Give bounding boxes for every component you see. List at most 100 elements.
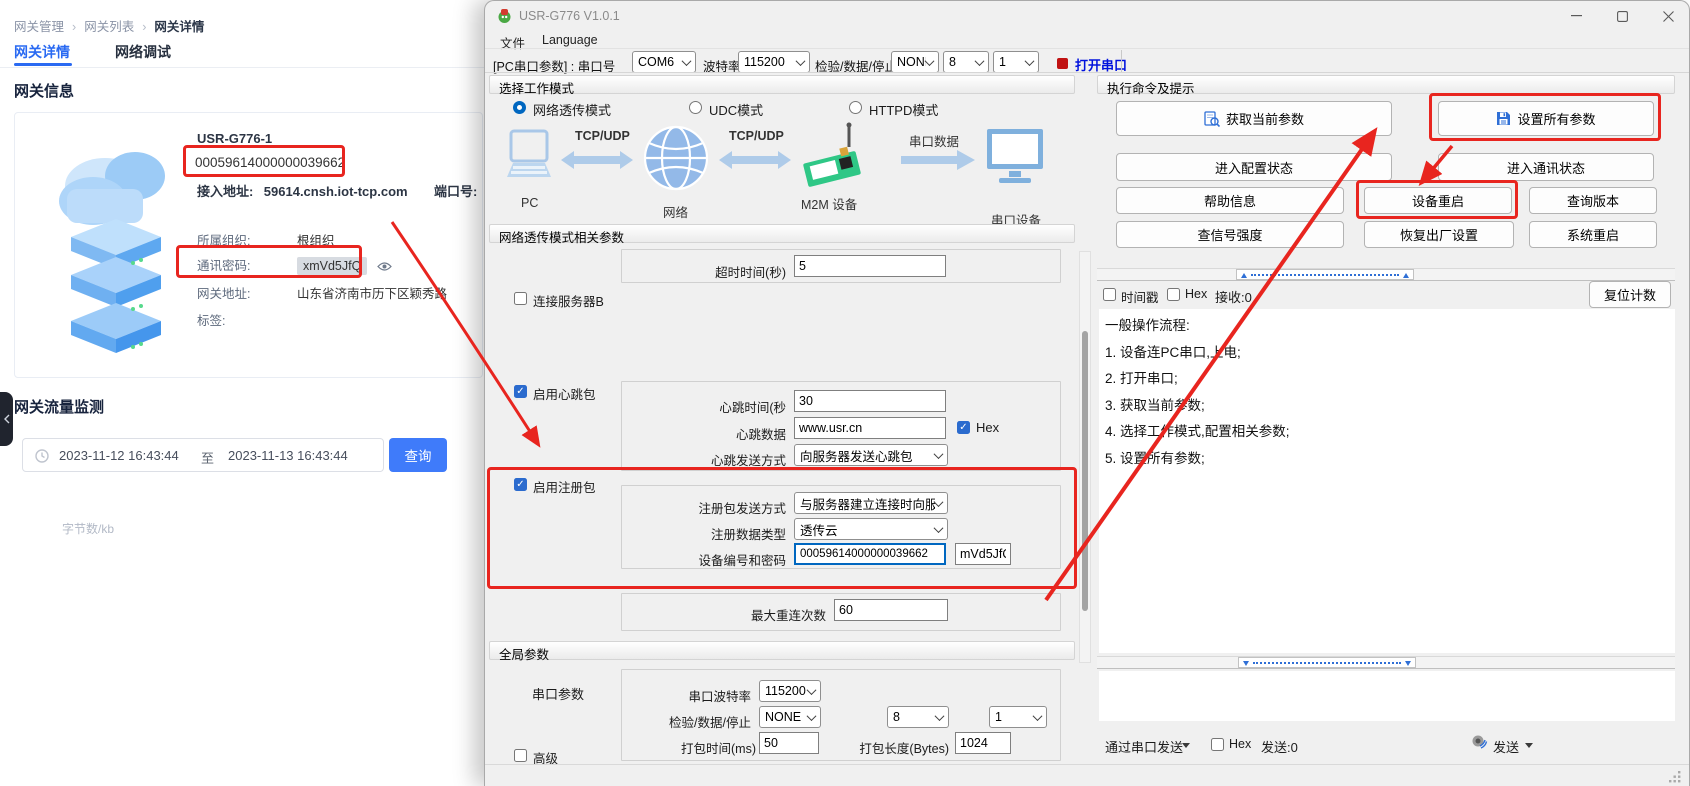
send-area[interactable] [1099,671,1675,721]
minimize-button[interactable] [1554,2,1598,30]
global-baud-select[interactable]: 115200 [759,680,821,702]
register-type-label: 注册数据类型 [606,524,786,543]
send-via-serial-dropdown[interactable]: 通过串口发送 [1105,737,1183,756]
breadcrumb-separator: › [72,20,76,34]
close-button[interactable] [1646,2,1690,30]
pack-time-input[interactable] [759,732,819,754]
send-button[interactable]: 发送 [1493,737,1519,756]
port-label: 端口号: [434,184,477,199]
breadcrumb-item-detail: 网关详情 [154,20,204,34]
chevron-down-icon [796,56,806,66]
global-stopbits-select[interactable]: 1 [989,706,1047,728]
recv-hex-checkbox[interactable] [1167,288,1180,301]
device-id-input[interactable] [794,543,946,565]
menu-language[interactable]: Language [536,31,604,49]
device-name: USR-G776-1 [197,131,272,146]
panel-collapse-toggle[interactable] [0,392,13,446]
server-b-checkbox[interactable] [514,292,527,305]
maximize-button[interactable] [1600,2,1644,30]
send-hex-label[interactable]: Hex [1229,737,1251,751]
breadcrumb-item-list[interactable]: 网关列表 [84,20,134,34]
org-value: 根组织 [297,234,335,248]
query-version-button[interactable]: 查询版本 [1529,187,1657,214]
tab-network-debug[interactable]: 网络调试 [115,42,171,62]
heartbeat-hex-label[interactable]: Hex [976,420,999,435]
radio-udc-mode[interactable] [689,101,702,114]
register-type-select[interactable]: 透传云 [794,518,948,540]
device-reboot-button[interactable]: 设备重启 [1364,187,1512,214]
scroll-thumb-dots [1253,662,1401,664]
device-password-input[interactable] [955,543,1011,565]
parity-select[interactable]: NONI [891,51,939,73]
advanced-checkbox[interactable] [514,749,527,762]
heartbeat-mode-select[interactable]: 向服务器发送心跳包 [794,444,948,466]
menu-file[interactable]: 文件 [494,31,531,54]
heartbeat-time-input[interactable] [794,390,946,412]
config-vertical-scroll-thumb[interactable] [1082,331,1088,611]
stopbits-select[interactable]: 1 [993,51,1039,73]
com-port-select[interactable]: COM6 [632,51,696,73]
recv-hex-label[interactable]: Hex [1185,287,1207,301]
breadcrumb: 网关管理›网关列表›网关详情 [14,16,204,35]
command-panel-header: 执行命令及提示 [1097,75,1675,94]
get-params-button[interactable]: 获取当前参数 [1116,101,1392,136]
toolbar-bottom-line [485,72,1689,73]
access-address-row: 接入地址: 59614.cnsh.iot-tcp.com 端口号: 15000 [197,181,524,201]
server-b-label[interactable]: 连接服务器B [533,291,604,310]
reset-count-button[interactable]: 复位计数 [1589,281,1671,308]
device-id-label: 设备编号和密码 [606,550,786,569]
heartbeat-data-input[interactable] [794,417,946,439]
enter-config-button[interactable]: 进入配置状态 [1116,153,1392,181]
radio-net-transparent-mode[interactable] [513,101,526,114]
radio-httpd-mode[interactable] [849,101,862,114]
date-to-value[interactable]: 2023-11-13 16:43:44 [228,448,348,463]
password-value: xmVd5JfQ [297,257,367,275]
log-line: 5. 设置所有参数; [1105,446,1290,473]
chevron-down-icon [682,56,692,66]
doc-search-icon [1204,111,1220,127]
radio-udc-label[interactable]: UDC模式 [709,100,763,119]
log-horizontal-scroll-thumb[interactable] [1236,269,1414,280]
date-from-value[interactable]: 2023-11-12 16:43:44 [59,448,179,463]
enter-comm-button[interactable]: 进入通讯状态 [1438,153,1654,181]
help-button[interactable]: 帮助信息 [1116,187,1344,214]
system-reboot-button[interactable]: 系统重启 [1529,221,1657,248]
radio-httpd-label[interactable]: HTTPD模式 [869,100,938,119]
timestamp-checkbox[interactable] [1103,288,1116,301]
heartbeat-enable-checkbox[interactable] [514,385,527,398]
retry-input[interactable] [834,599,948,621]
pack-len-label: 打包长度(Bytes) [831,738,949,757]
baud-select[interactable]: 115200 [738,51,810,73]
retry-label: 最大重连次数 [646,605,826,624]
date-range-picker[interactable]: 2023-11-12 16:43:44 至 2023-11-13 16:43:4… [22,438,384,472]
register-enable-checkbox[interactable] [514,478,527,491]
heartbeat-enable-label[interactable]: 启用心跳包 [533,384,596,403]
timeout-input[interactable] [794,255,946,277]
eye-icon[interactable] [377,261,392,272]
gateway-info-title: 网关信息 [14,80,74,101]
set-params-button[interactable]: 设置所有参数 [1438,101,1654,136]
factory-reset-button[interactable]: 恢复出厂设置 [1364,221,1514,248]
radio-net-transparent-label[interactable]: 网络透传模式 [533,100,611,119]
breadcrumb-item-manage[interactable]: 网关管理 [14,20,64,34]
heartbeat-hex-checkbox[interactable] [957,421,970,434]
pc-laptop-icon [503,129,555,189]
close-icon [1663,11,1674,22]
chevron-left-icon [4,414,10,424]
send-hex-checkbox[interactable] [1211,738,1224,751]
query-button[interactable]: 查询 [389,438,447,472]
pack-len-input[interactable] [955,732,1011,754]
app-icon [496,7,513,24]
register-enable-label[interactable]: 启用注册包 [533,477,596,496]
resize-grip-icon[interactable] [1669,770,1682,783]
global-parity-select[interactable]: NONE [759,706,821,728]
signal-strength-button[interactable]: 查信号强度 [1116,221,1344,248]
register-mode-select[interactable]: 与服务器建立连接时向服 [794,492,948,514]
databits-select[interactable]: 8 [943,51,989,73]
global-databits-select[interactable]: 8 [887,706,949,728]
send-horizontal-scroll-thumb[interactable] [1238,657,1416,668]
tab-gateway-detail[interactable]: 网关详情 [14,42,70,62]
timestamp-label[interactable]: 时间戳 [1121,287,1159,306]
chevron-down-icon [807,685,817,695]
get-params-label: 获取当前参数 [1226,109,1304,128]
